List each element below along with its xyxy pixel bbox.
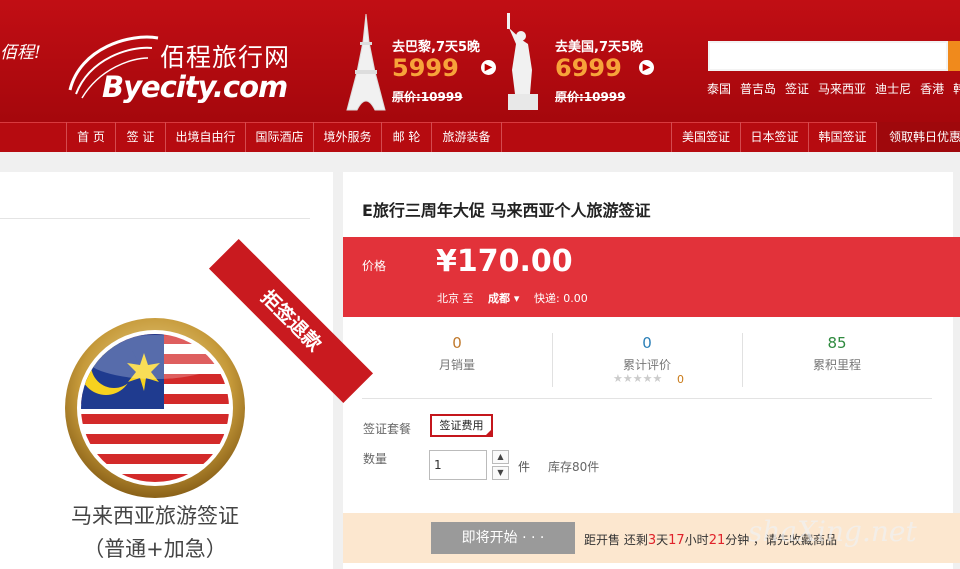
nav-home[interactable]: 首 页 bbox=[66, 122, 116, 152]
price-label: 价格 bbox=[362, 259, 387, 273]
hot-link[interactable]: 泰国 bbox=[707, 80, 731, 97]
ship-from: 北京 至 bbox=[437, 292, 474, 305]
selected-check-icon bbox=[485, 428, 493, 436]
promo-paris-original: 原价:10999 bbox=[392, 90, 463, 104]
stats-divider bbox=[362, 398, 932, 399]
nav-korea-japan-promo[interactable]: 领取韩日优惠 bbox=[877, 122, 960, 152]
slogan: 佰程! bbox=[0, 43, 41, 63]
gallery-divider bbox=[0, 218, 310, 219]
hot-link[interactable]: 签证 bbox=[785, 80, 809, 97]
product-title: E旅行三周年大促 马来西亚个人旅游签证 bbox=[362, 201, 651, 220]
search-input[interactable] bbox=[708, 41, 948, 71]
statue-of-liberty-icon bbox=[507, 13, 538, 110]
eiffel-tower-icon bbox=[346, 13, 386, 111]
shipping-fee: 快递: 0.00 bbox=[534, 292, 588, 305]
hot-link[interactable]: 迪士尼 bbox=[875, 80, 911, 97]
quantity-unit: 件 bbox=[518, 460, 531, 474]
promo-paris-arrow-icon[interactable]: ▶ bbox=[481, 60, 496, 75]
nav-free-travel[interactable]: 出境自由行 bbox=[166, 122, 246, 152]
package-label: 签证套餐 bbox=[363, 422, 412, 436]
malaysia-flag-badge-icon bbox=[65, 318, 245, 498]
stat-label: 累计评价 bbox=[622, 358, 671, 372]
logo-english: Byecity.com bbox=[102, 70, 288, 104]
price-value: ¥170.00 bbox=[436, 244, 573, 279]
countdown-hours-unit: 小时 bbox=[684, 533, 709, 547]
nav-korea-visa[interactable]: 韩国签证 bbox=[809, 122, 877, 152]
countdown-days: 3 bbox=[647, 533, 657, 548]
stat-value: 0 bbox=[642, 334, 652, 352]
stat-value: 85 bbox=[827, 334, 847, 352]
nav-hotels[interactable]: 国际酒店 bbox=[246, 122, 314, 152]
quantity-increase-button[interactable]: ▲ bbox=[492, 450, 509, 464]
stock-count: 库存80件 bbox=[548, 460, 600, 474]
promo-usa-price[interactable]: 6999 bbox=[555, 54, 622, 82]
hot-search-links: 泰国 普吉岛 签证 马来西亚 迪士尼 香港 韩国 日 bbox=[707, 80, 960, 97]
countdown-hours: 17 bbox=[668, 533, 685, 548]
stat-label: 累积里程 bbox=[812, 358, 861, 372]
logo-chinese: 佰程旅行网 bbox=[160, 43, 291, 72]
countdown-prefix: 距开售 还剩 bbox=[584, 533, 648, 547]
ship-to-select[interactable]: 成都 ▾ bbox=[488, 290, 519, 306]
hot-link[interactable]: 香港 bbox=[920, 80, 944, 97]
nav-japan-visa[interactable]: 日本签证 bbox=[741, 122, 809, 152]
stat-label: 月销量 bbox=[438, 358, 475, 372]
hot-link[interactable]: 普吉岛 bbox=[740, 80, 776, 97]
chevron-down-icon: ▾ bbox=[513, 292, 520, 305]
promo-usa-arrow-icon[interactable]: ▶ bbox=[639, 60, 654, 75]
countdown-minutes: 21 bbox=[708, 533, 726, 548]
nav-cruise[interactable]: 邮 轮 bbox=[382, 122, 432, 152]
promo-paris-title[interactable]: 去巴黎,7天5晚 bbox=[392, 36, 480, 55]
search-button[interactable] bbox=[948, 41, 960, 71]
stat-value: 0 bbox=[452, 334, 462, 352]
nav-travel-gear[interactable]: 旅游装备 bbox=[432, 122, 502, 152]
image-subtitle: （普通+加急） bbox=[83, 537, 227, 561]
promo-usa-original: 原价:10999 bbox=[555, 90, 626, 104]
promo-paris-price[interactable]: 5999 bbox=[392, 54, 459, 82]
quantity-input[interactable]: 1 bbox=[429, 450, 487, 480]
watermark: shaXing.net bbox=[748, 515, 917, 548]
package-option-visa-fee[interactable]: 签证费用 bbox=[430, 414, 493, 437]
nav-visa[interactable]: 签 证 bbox=[116, 122, 166, 152]
hot-link[interactable]: 马来西亚 bbox=[818, 80, 866, 97]
nav-overseas-services[interactable]: 境外服务 bbox=[314, 122, 382, 152]
nav-us-visa[interactable]: 美国签证 bbox=[671, 122, 741, 152]
rating-stars-icon: ★★★★★ bbox=[613, 372, 663, 385]
ship-to-value: 成都 bbox=[488, 292, 510, 305]
quantity-decrease-button[interactable]: ▼ bbox=[492, 466, 509, 480]
promo-usa-title[interactable]: 去美国,7天5晚 bbox=[555, 36, 643, 55]
image-title: 马来西亚旅游签证 bbox=[71, 504, 239, 528]
quantity-label: 数量 bbox=[363, 452, 388, 466]
rating-count: 0 bbox=[677, 373, 684, 386]
hot-link[interactable]: 韩国 bbox=[953, 80, 960, 97]
stat-mileage: 85 累积里程 bbox=[742, 334, 932, 373]
countdown-days-unit: 天 bbox=[656, 533, 669, 547]
stat-reviews[interactable]: 0 累计评价 bbox=[552, 334, 742, 373]
coming-soon-button[interactable]: 即将开始 · · · bbox=[431, 522, 575, 554]
stat-monthly-sales: 0 月销量 bbox=[362, 334, 552, 373]
